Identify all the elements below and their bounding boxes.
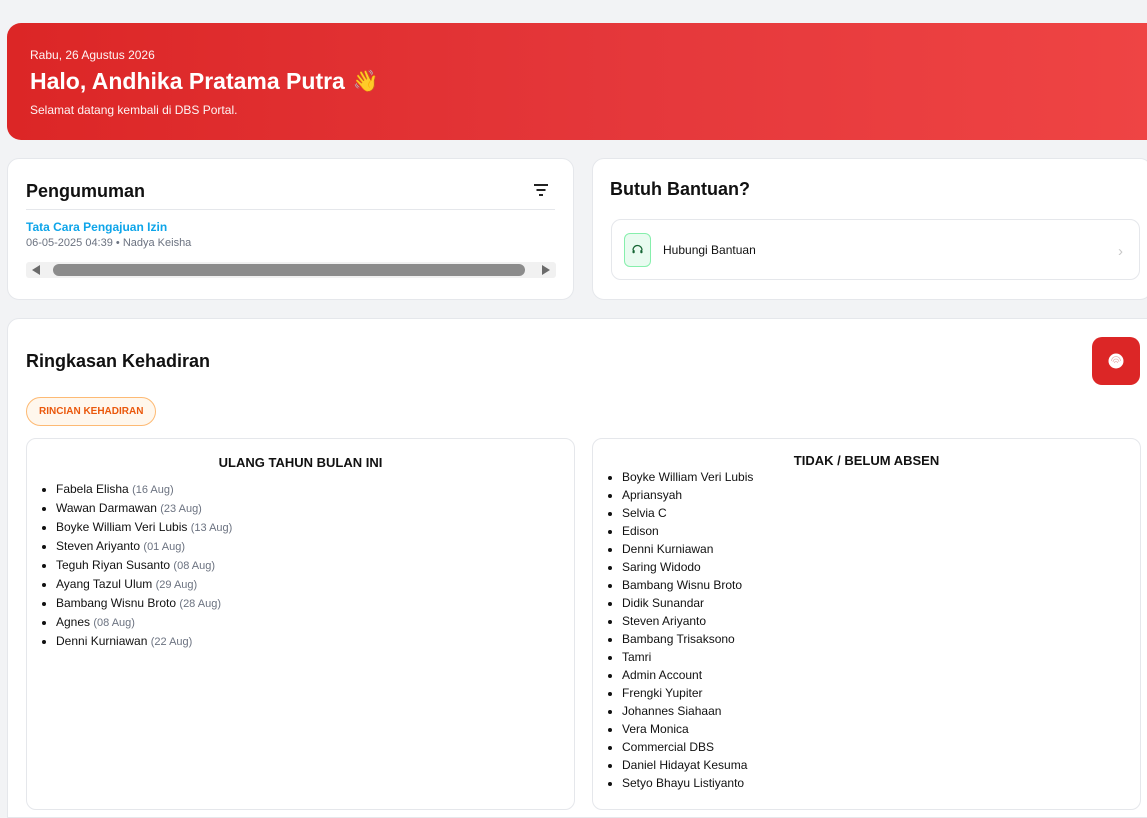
- scrollbar-thumb[interactable]: [53, 264, 525, 276]
- attendance-title: Ringkasan Kehadiran: [26, 351, 211, 371]
- absent-item: Johannes Siahaan: [622, 702, 1140, 720]
- birthday-name: Boyke William Veri Lubis: [56, 520, 188, 534]
- announcements-title: Pengumuman: [26, 181, 146, 201]
- birthday-item: Bambang Wisnu Broto (28 Aug): [56, 594, 574, 613]
- greeting-text: Halo, Andhika Pratama Putra: [30, 68, 345, 94]
- absent-item: Boyke William Veri Lubis: [622, 468, 1140, 486]
- current-date: Rabu, 26 Agustus 2026: [30, 48, 155, 62]
- fingerprint-button[interactable]: [1092, 337, 1140, 385]
- greeting: Halo, Andhika Pratama Putra 👋: [30, 68, 1134, 95]
- birthday-name: Teguh Riyan Susanto: [56, 558, 171, 572]
- divider: [26, 209, 555, 210]
- birthday-name: Agnes: [56, 615, 91, 629]
- announcements-card: Pengumuman Tata Cara Pengajuan Izin 06-0…: [7, 158, 574, 300]
- birthday-item: Agnes (08 Aug): [56, 613, 574, 632]
- birthday-date: (29 Aug): [155, 579, 198, 591]
- absent-item: Bambang Trisaksono: [622, 630, 1140, 648]
- birthday-name: Wawan Darmawan: [56, 501, 157, 515]
- absent-item: Daniel Hidayat Kesuma: [622, 756, 1140, 774]
- birthday-name: Denni Kurniawan: [56, 634, 148, 648]
- birthday-item: Teguh Riyan Susanto (08 Aug): [56, 556, 574, 575]
- horizontal-scrollbar[interactable]: [26, 262, 556, 278]
- absent-item: Selvia C: [622, 504, 1140, 522]
- birthday-date: (13 Aug): [190, 522, 233, 534]
- absent-item: Setyo Bhayu Listiyanto: [622, 774, 1140, 792]
- scroll-left-icon[interactable]: [32, 265, 40, 275]
- absent-item: Frengki Yupiter: [622, 684, 1140, 702]
- absent-item: Apriansyah: [622, 486, 1140, 504]
- birthday-name: Bambang Wisnu Broto: [56, 596, 177, 610]
- birthday-date: (22 Aug): [150, 636, 193, 648]
- wave-icon: 👋: [352, 69, 380, 93]
- scroll-right-icon[interactable]: [542, 265, 550, 275]
- absent-item: Didik Sunandar: [622, 594, 1140, 612]
- birthday-item: Steven Ariyanto (01 Aug): [56, 537, 574, 556]
- absent-item: Admin Account: [622, 666, 1140, 684]
- help-card: Butuh Bantuan? Hubungi Bantuan ›: [592, 158, 1147, 300]
- absent-title: TIDAK / BELUM ABSEN: [793, 453, 940, 468]
- absent-item: Tamri: [622, 648, 1140, 666]
- birthday-name: Fabela Elisha: [56, 482, 129, 496]
- birthday-date: (08 Aug): [93, 617, 135, 629]
- absent-item: Vera Monica: [622, 720, 1140, 738]
- welcome-banner: Rabu, 26 Agustus 2026 Halo, Andhika Prat…: [7, 23, 1147, 140]
- headset-icon: [624, 232, 651, 267]
- absent-item: Denni Kurniawan: [622, 540, 1140, 558]
- announcement-meta: 06-05-2025 04:39 • Nadya Keisha: [26, 237, 192, 249]
- fingerprint-icon: [1108, 353, 1124, 369]
- absent-item: Bambang Wisnu Broto: [622, 576, 1140, 594]
- contact-support-label: Hubungi Bantuan: [663, 242, 756, 257]
- birthday-date: (28 Aug): [179, 598, 221, 610]
- help-title: Butuh Bantuan?: [610, 179, 750, 199]
- birthday-date: (01 Aug): [143, 541, 185, 553]
- birthday-item: Ayang Tazul Ulum (29 Aug): [56, 575, 574, 594]
- absent-list: Boyke William Veri LubisApriansyahSelvia…: [593, 468, 1140, 792]
- birthday-date: (08 Aug): [173, 560, 216, 572]
- filter-icon[interactable]: [533, 183, 549, 197]
- absent-item: Edison: [622, 522, 1140, 540]
- birthday-title: ULANG TAHUN BULAN INI: [218, 455, 383, 470]
- welcome-subtitle: Selamat datang kembali di DBS Portal.: [30, 103, 238, 117]
- birthday-item: Denni Kurniawan (22 Aug): [56, 632, 574, 651]
- announcement-link[interactable]: Tata Cara Pengajuan Izin: [26, 220, 167, 234]
- birthday-item: Boyke William Veri Lubis (13 Aug): [56, 518, 574, 537]
- birthday-date: (16 Aug): [132, 484, 174, 496]
- birthday-item: Fabela Elisha (16 Aug): [56, 480, 574, 499]
- absent-item: Saring Widodo: [622, 558, 1140, 576]
- contact-support-button[interactable]: Hubungi Bantuan ›: [611, 219, 1140, 280]
- birthday-date: (23 Aug): [160, 503, 202, 515]
- chevron-right-icon: ›: [1118, 243, 1123, 260]
- birthday-name: Steven Ariyanto: [56, 539, 141, 553]
- absent-item: Commercial DBS: [622, 738, 1140, 756]
- birthday-list: Fabela Elisha (16 Aug)Wawan Darmawan (23…: [27, 480, 574, 651]
- birthday-panel: ULANG TAHUN BULAN INI Fabela Elisha (16 …: [26, 438, 575, 810]
- birthday-item: Wawan Darmawan (23 Aug): [56, 499, 574, 518]
- absent-item: Steven Ariyanto: [622, 612, 1140, 630]
- birthday-name: Ayang Tazul Ulum: [56, 577, 153, 591]
- attendance-details-button[interactable]: RINCIAN KEHADIRAN: [26, 397, 157, 426]
- absent-panel: TIDAK / BELUM ABSEN Boyke William Veri L…: [592, 438, 1141, 810]
- attendance-summary-card: Ringkasan Kehadiran RINCIAN KEHADIRAN UL…: [7, 318, 1147, 818]
